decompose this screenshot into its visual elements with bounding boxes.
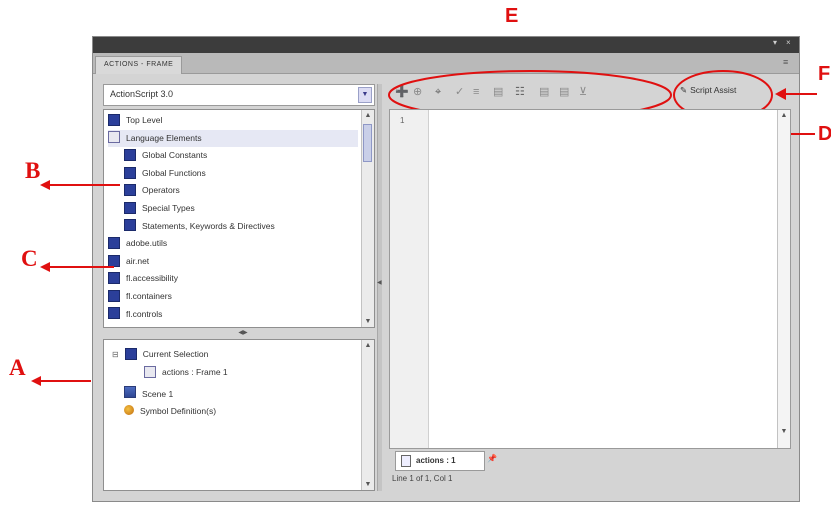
script-tab-label: actions : 1	[416, 456, 456, 465]
annotation-arrow-c	[40, 262, 114, 272]
annotation-arrow-b	[40, 180, 120, 190]
script-editor[interactable]: 1 ▲ ▼	[389, 109, 791, 449]
script-tab[interactable]: actions : 1	[395, 451, 485, 471]
script-file-icon	[401, 454, 411, 467]
status-line: Line 1 of 1, Col 1	[392, 474, 453, 483]
pin-script-icon[interactable]: 📌	[487, 454, 497, 463]
line-number: 1	[400, 116, 405, 125]
scroll-up-icon[interactable]: ▲	[778, 110, 790, 121]
scroll-down-icon[interactable]: ▼	[778, 426, 790, 437]
editor-scrollbar[interactable]: ▲ ▼	[777, 110, 790, 448]
annotation-arrow-a	[31, 376, 91, 386]
annotation-arrow-f	[775, 88, 817, 100]
line-number-gutter: 1	[390, 110, 429, 448]
